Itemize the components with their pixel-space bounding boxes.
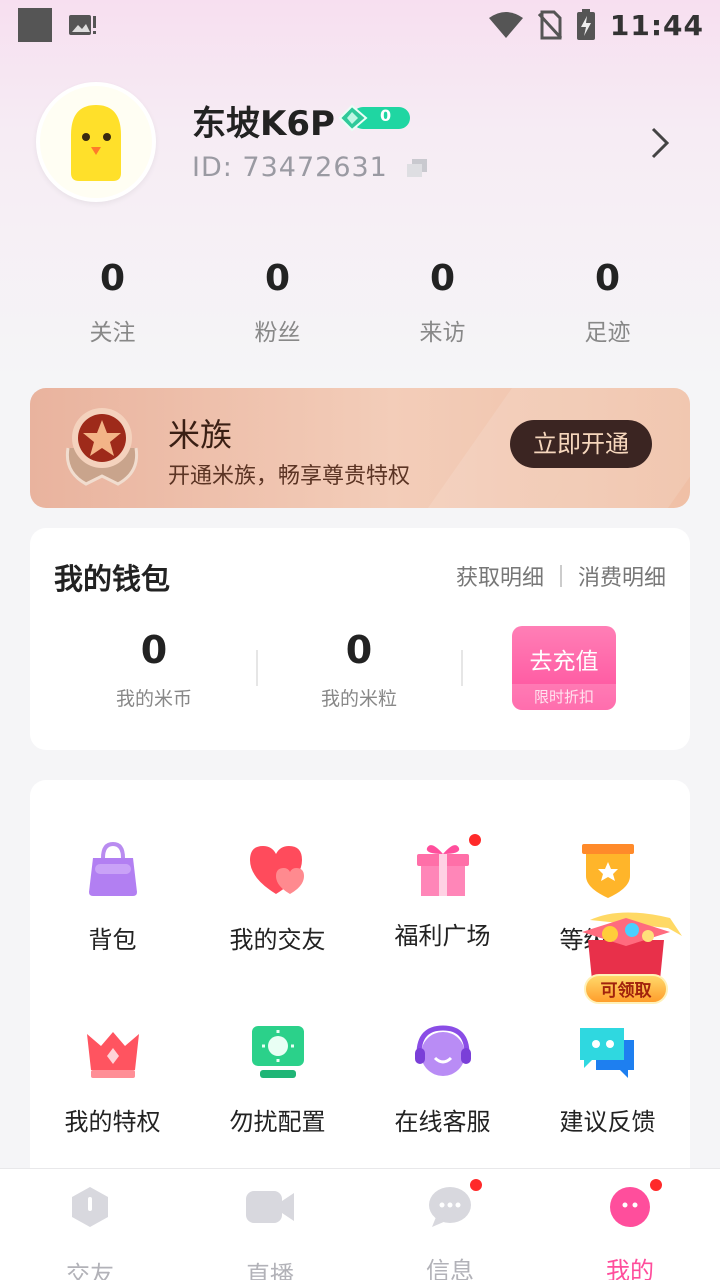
- feature-my-friends[interactable]: 我的交友: [195, 838, 360, 955]
- nickname: 东坡K6P: [192, 104, 335, 144]
- vip-activate-button[interactable]: 立即开通: [510, 420, 652, 468]
- recharge-sublabel: 限时折扣: [512, 684, 616, 710]
- profile-face-icon: [610, 1187, 650, 1227]
- headset-icon: [414, 1025, 471, 1076]
- level-badge: [338, 104, 410, 132]
- feature-label: 建议反馈: [559, 1108, 656, 1136]
- feature-my-privileges[interactable]: 我的特权: [30, 1020, 195, 1137]
- recharge-label: 去充值: [529, 649, 599, 675]
- feature-online-support[interactable]: 在线客服: [360, 1020, 525, 1137]
- notification-app-icon: [18, 8, 52, 42]
- stat-footprints[interactable]: 0 足迹: [525, 258, 690, 347]
- image-notification-icon: [69, 15, 96, 35]
- stat-value: 0: [264, 258, 291, 299]
- grains-value: 0: [345, 628, 373, 672]
- level-shield-icon: [581, 844, 634, 898]
- stat-fans[interactable]: 0 粉丝: [195, 258, 360, 347]
- vip-banner[interactable]: 米族 开通米族，畅享尊贵特权 立即开通: [30, 388, 690, 508]
- hexagon-tab-icon: [72, 1187, 108, 1227]
- avatar-chick-icon: [71, 105, 121, 181]
- hearts-icon: [249, 846, 304, 894]
- wifi-icon: [488, 12, 523, 38]
- stat-value: 0: [99, 258, 126, 299]
- feature-backpack[interactable]: 背包: [30, 838, 195, 955]
- vip-subtitle: 开通米族，畅享尊贵特权: [168, 464, 411, 489]
- status-time: 11:44: [609, 8, 704, 42]
- feature-feedback[interactable]: 建议反馈: [525, 1020, 690, 1137]
- wallet-title: 我的钱包: [54, 562, 171, 596]
- feature-welfare-plaza[interactable]: 福利广场: [360, 832, 525, 951]
- bottom-tab-bar: 交友 直播 信息 我的: [0, 1168, 720, 1280]
- tab-icon-wrap: [608, 1177, 664, 1229]
- feature-label: 我的交友: [229, 926, 326, 954]
- tab-live[interactable]: 直播: [180, 1169, 360, 1280]
- tab-icon-wrap: [428, 1177, 484, 1229]
- battery-charging-icon: [576, 9, 595, 40]
- coins-label: 我的米币: [115, 688, 192, 710]
- divider: [256, 650, 258, 686]
- status-bar: 11:44: [0, 0, 720, 50]
- do-not-disturb-icon: [251, 1026, 304, 1078]
- feature-label: 我的特权: [64, 1108, 161, 1136]
- feature-icon-wrap: [411, 832, 483, 902]
- stat-visitors[interactable]: 0 来访: [360, 258, 525, 347]
- notification-dot: [468, 1177, 484, 1193]
- claim-label: 可领取: [584, 974, 668, 1004]
- avatar[interactable]: [36, 82, 156, 202]
- feature-do-not-disturb[interactable]: 勿扰配置: [195, 1020, 360, 1137]
- stat-label: 粉丝: [254, 320, 301, 346]
- claim-reward-badge[interactable]: 可领取: [560, 910, 690, 1006]
- crown-icon: [86, 1032, 139, 1078]
- vip-title: 米族: [168, 416, 233, 454]
- stat-following[interactable]: 0 关注: [30, 258, 195, 347]
- stat-label: 来访: [419, 320, 466, 346]
- stat-label: 足迹: [584, 320, 631, 346]
- level-number: 0: [380, 106, 392, 125]
- income-detail-link[interactable]: 获取明细: [456, 560, 544, 592]
- grains-label: 我的米粒: [320, 688, 397, 710]
- tab-messages[interactable]: 信息: [360, 1169, 540, 1280]
- stat-label: 关注: [89, 320, 136, 346]
- recharge-button[interactable]: 去充值 限时折扣: [512, 626, 616, 710]
- chevron-right-icon[interactable]: [650, 126, 670, 160]
- tab-label: 直播: [246, 1261, 294, 1280]
- user-id: ID: 73472631: [192, 152, 388, 183]
- stat-value: 0: [429, 258, 456, 299]
- tab-me[interactable]: 我的: [540, 1169, 720, 1280]
- tab-friends[interactable]: 交友: [0, 1169, 180, 1280]
- spend-detail-link[interactable]: 消费明细: [578, 560, 666, 592]
- divider: [559, 565, 562, 587]
- gift-icon: [416, 845, 469, 896]
- coins-stat[interactable]: 0 我的米币: [74, 628, 234, 711]
- wallet-links: 获取明细 消费明细: [456, 560, 666, 592]
- copy-icon[interactable]: [406, 158, 428, 178]
- feature-label: 勿扰配置: [229, 1108, 326, 1136]
- stats-row: 0 关注 0 粉丝 0 来访 0 足迹: [30, 258, 690, 347]
- feature-label: 背包: [88, 926, 137, 954]
- stat-value: 0: [594, 258, 621, 299]
- wallet-card: 我的钱包 获取明细 消费明细 0 我的米币 0 我的米粒 去充值 限时折扣: [30, 528, 690, 750]
- tab-label: 交友: [66, 1261, 114, 1280]
- tab-label: 信息: [426, 1257, 474, 1280]
- video-camera-icon: [246, 1191, 294, 1223]
- chat-bubble-icon: [429, 1187, 471, 1227]
- no-sim-icon: [537, 10, 562, 40]
- user-id-row: ID: 73472631: [192, 152, 428, 183]
- feature-label: 福利广场: [394, 922, 491, 950]
- notification-dot: [648, 1177, 664, 1193]
- notification-dot: [466, 832, 483, 848]
- feedback-chat-icon: [579, 1028, 634, 1078]
- tab-label: 我的: [606, 1257, 654, 1280]
- coins-value: 0: [140, 628, 168, 672]
- grains-stat[interactable]: 0 我的米粒: [279, 628, 439, 711]
- divider: [461, 650, 463, 686]
- feature-label: 在线客服: [394, 1108, 491, 1136]
- vip-medal-icon: [65, 408, 139, 486]
- profile-header[interactable]: 东坡K6P 0 ID: 73472631: [36, 82, 696, 206]
- bag-icon: [88, 841, 137, 896]
